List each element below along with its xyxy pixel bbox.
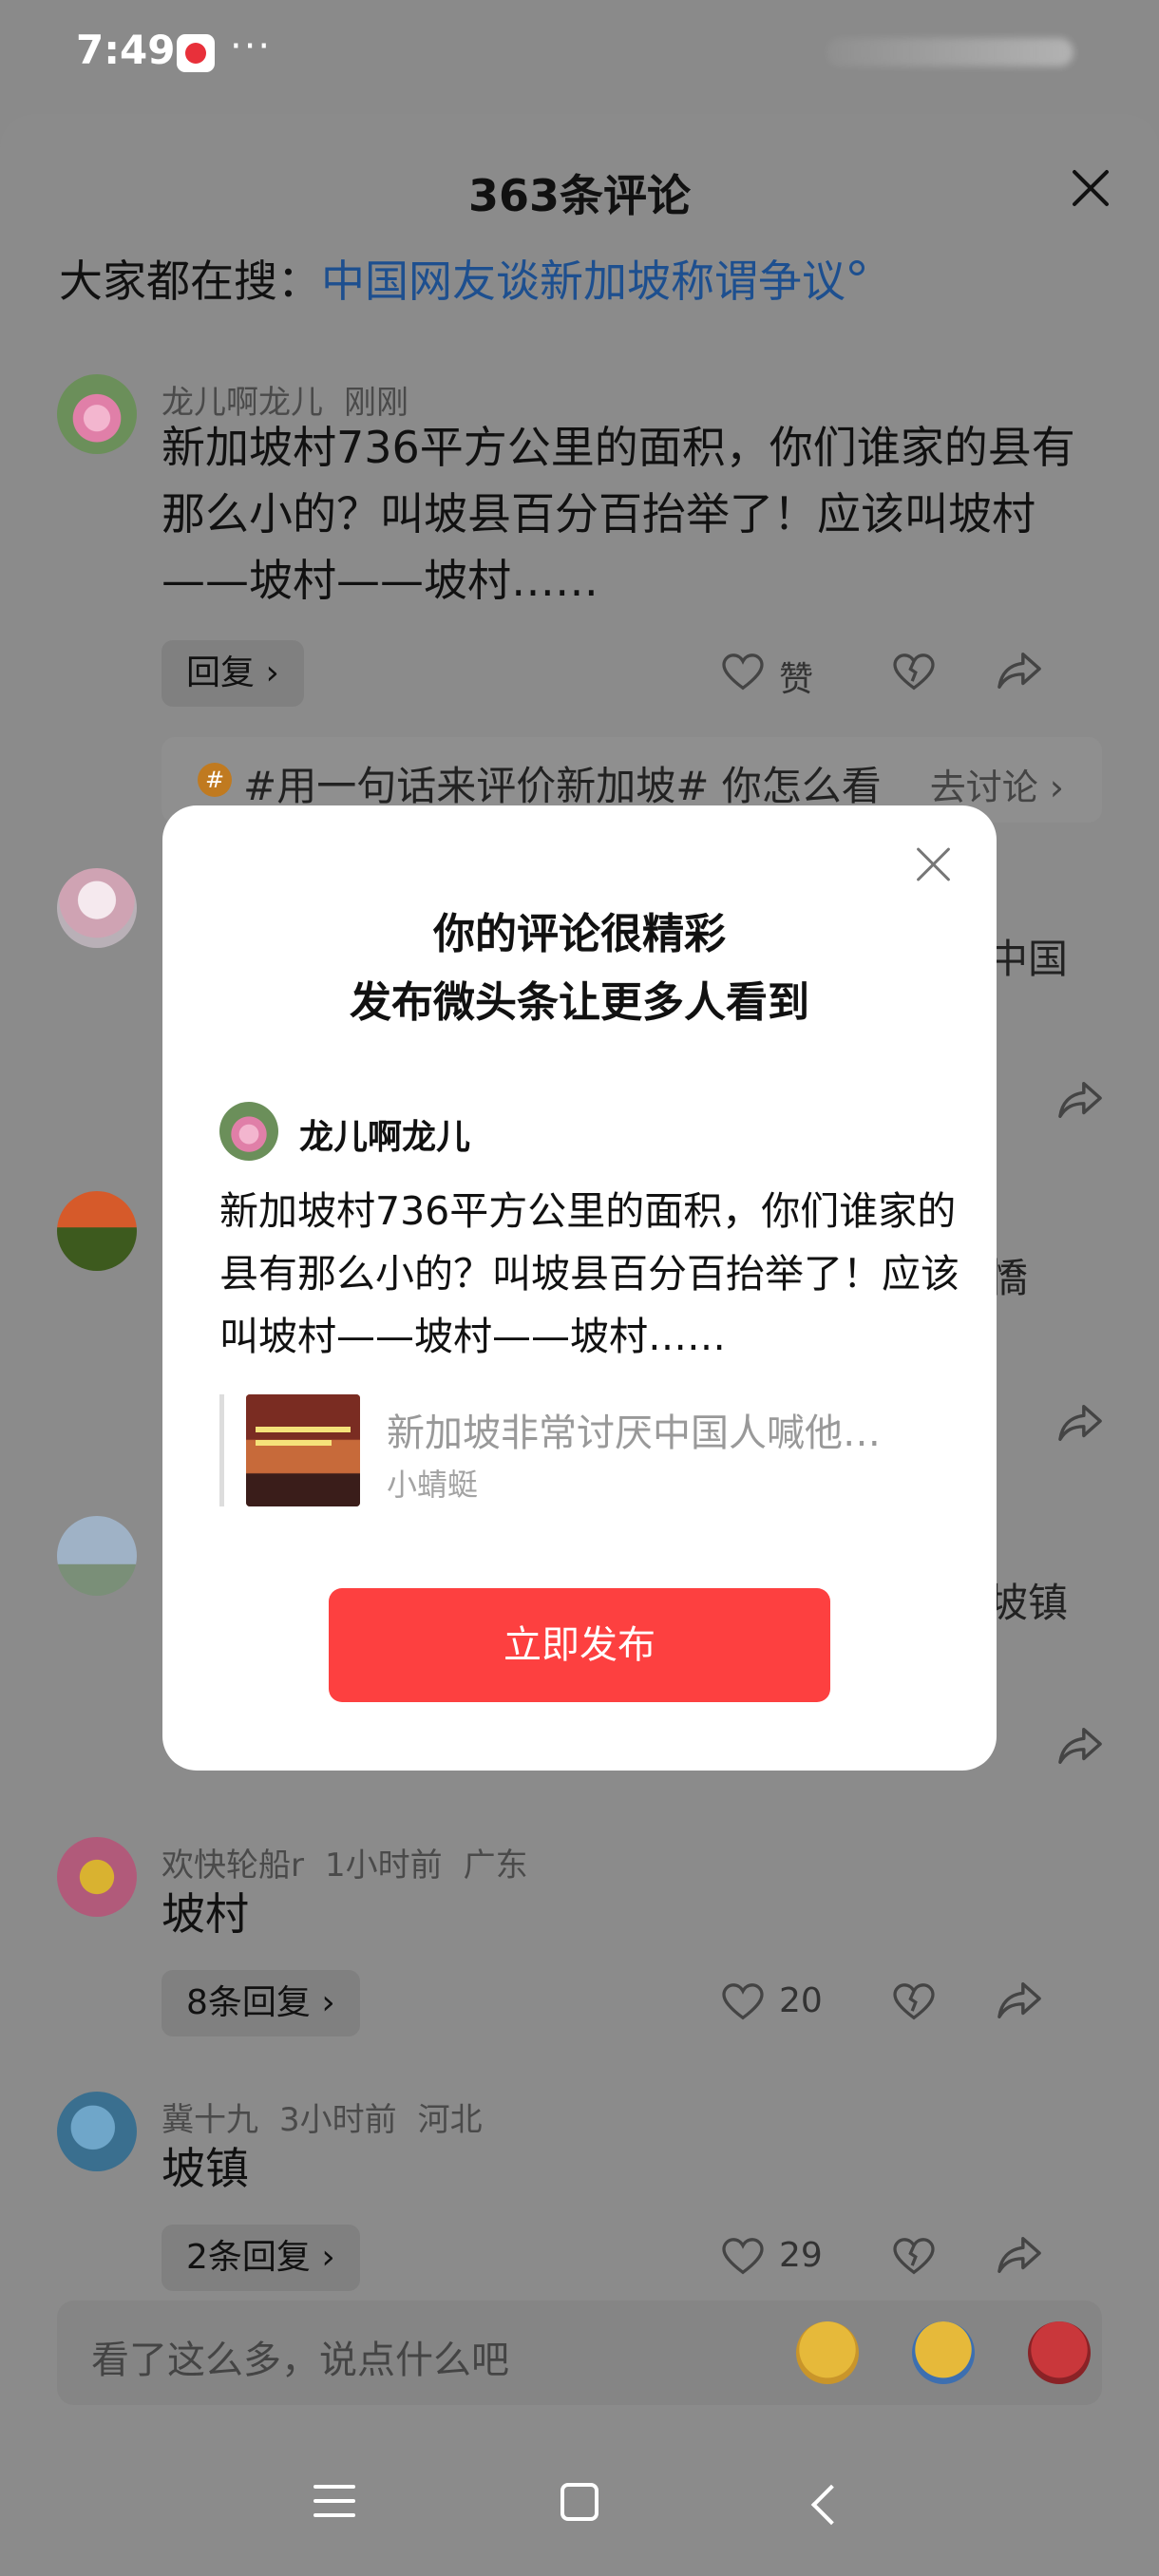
home-icon[interactable]: [560, 2483, 598, 2521]
comment-text-peek: 坡镇: [988, 1580, 1069, 1626]
publish-button[interactable]: 立即发布: [329, 1588, 830, 1702]
share-arrow-icon[interactable]: [998, 2234, 1041, 2276]
quoted-article-author: 小蜻蜓: [387, 1467, 479, 1503]
laughing-emoji-icon[interactable]: [912, 2321, 975, 2384]
quoted-article-thumbnail: [246, 1394, 360, 1506]
dialog-title-line2: 发布微头条让更多人看到: [350, 978, 809, 1027]
like-count: 29: [779, 2236, 823, 2275]
comment-username[interactable]: 冀十九: [162, 2101, 258, 2139]
avatar[interactable]: [57, 1837, 137, 1917]
trending-search-link[interactable]: 中国网友谈新加坡称谓争议: [321, 256, 846, 307]
broken-heart-icon[interactable]: [893, 1983, 935, 2021]
status-time: 7:49: [76, 27, 176, 73]
topic-hash-icon: #: [198, 763, 232, 797]
app-notification-icon: [177, 34, 215, 72]
publish-dialog: 你的评论很精彩 发布微头条让更多人看到 龙儿啊龙儿 新加坡村736平方公里的面积…: [162, 805, 997, 1771]
comment-input-placeholder: 看了这么多，说点什么吧: [91, 2339, 509, 2382]
more-notifications-icon: ···: [230, 25, 273, 68]
comment-actions: 20: [722, 1970, 1121, 2036]
comment-meta: 冀十九 3小时前 河北: [162, 2093, 504, 2140]
share-arrow-icon[interactable]: [1058, 1402, 1102, 1444]
reply-button[interactable]: 2条回复 ›: [162, 2225, 360, 2291]
comment-text-peek: 中国: [988, 936, 1069, 982]
search-icon: [849, 260, 864, 275]
heart-icon: [722, 2238, 764, 2275]
reply-button[interactable]: 8条回复 ›: [162, 1970, 360, 2036]
share-arrow-icon[interactable]: [1058, 1725, 1102, 1767]
comment-location: 河北: [417, 2101, 483, 2139]
heart-icon: [722, 1983, 764, 2020]
recent-apps-icon[interactable]: [314, 2485, 355, 2519]
sheet-title: 363条评论: [467, 170, 692, 221]
avatar[interactable]: [57, 1191, 137, 1271]
comment-text: 新加坡村736平方公里的面积，你们谁家的县有那么小的？叫坡县百分百抬举了！应该叫…: [162, 422, 1075, 606]
status-indicators: [826, 38, 1074, 66]
comment-text: 坡镇: [162, 2143, 249, 2194]
share-arrow-icon[interactable]: [1058, 1079, 1102, 1121]
comment-username[interactable]: 欢快轮船r: [162, 1847, 304, 1885]
quoted-article-title: 新加坡非常讨厌中国人喊他…: [387, 1411, 881, 1455]
like-button[interactable]: 赞: [722, 652, 874, 699]
close-icon[interactable]: [1070, 167, 1112, 209]
avatar[interactable]: [57, 374, 137, 454]
reply-button[interactable]: 回复 ›: [162, 640, 304, 707]
trending-search-prefix: 大家都在搜：: [59, 256, 321, 307]
comment-time: 1小时前: [324, 1847, 443, 1885]
like-label: 赞: [779, 660, 814, 699]
crying-emoji-icon[interactable]: [796, 2321, 859, 2384]
topic-discuss-link[interactable]: 去讨论 ›: [930, 758, 1064, 810]
topic-text: #用一句话来评价新加坡# 你怎么看: [243, 763, 882, 809]
share-arrow-icon[interactable]: [998, 650, 1041, 691]
dialog-comment-text: 新加坡村736平方公里的面积，你们谁家的县有那么小的？叫坡县百分百抬举了！应该叫…: [219, 1188, 960, 1359]
angry-emoji-icon[interactable]: [1028, 2321, 1091, 2384]
system-nav-bar: [0, 2432, 1159, 2576]
status-bar: 7:49 ···: [0, 0, 1159, 104]
share-arrow-icon[interactable]: [998, 1979, 1041, 2021]
broken-heart-icon[interactable]: [893, 653, 935, 691]
comment-actions: 赞: [722, 640, 1121, 707]
heart-icon: [722, 653, 764, 691]
comment-actions: 29: [722, 2225, 1121, 2291]
broken-heart-icon[interactable]: [893, 2238, 935, 2276]
like-count: 20: [779, 1981, 823, 2020]
avatar: [219, 1102, 278, 1161]
comment-time: 3小时前: [279, 2101, 397, 2139]
avatar[interactable]: [57, 2092, 137, 2171]
dialog-title-line1: 你的评论很精彩: [433, 910, 726, 958]
comment-location: 广东: [463, 1847, 528, 1885]
trending-search-row: 大家都在搜：中国网友谈新加坡称谓争议: [59, 247, 864, 310]
close-icon[interactable]: [917, 847, 951, 881]
dialog-title: 你的评论很精彩 发布微头条让更多人看到: [162, 900, 997, 1037]
back-icon[interactable]: [810, 2484, 852, 2526]
comment-text: 坡村: [162, 1888, 249, 1940]
quote-divider: [219, 1394, 224, 1506]
dialog-username: 龙儿啊龙儿: [299, 1118, 471, 1157]
comment-input[interactable]: 看了这么多，说点什么吧: [57, 2301, 1102, 2405]
avatar[interactable]: [57, 868, 137, 948]
comment-meta: 欢快轮船r 1小时前 广东: [162, 1839, 549, 1885]
like-button[interactable]: 29: [722, 2236, 874, 2283]
like-button[interactable]: 20: [722, 1981, 874, 2029]
avatar[interactable]: [57, 1516, 137, 1596]
